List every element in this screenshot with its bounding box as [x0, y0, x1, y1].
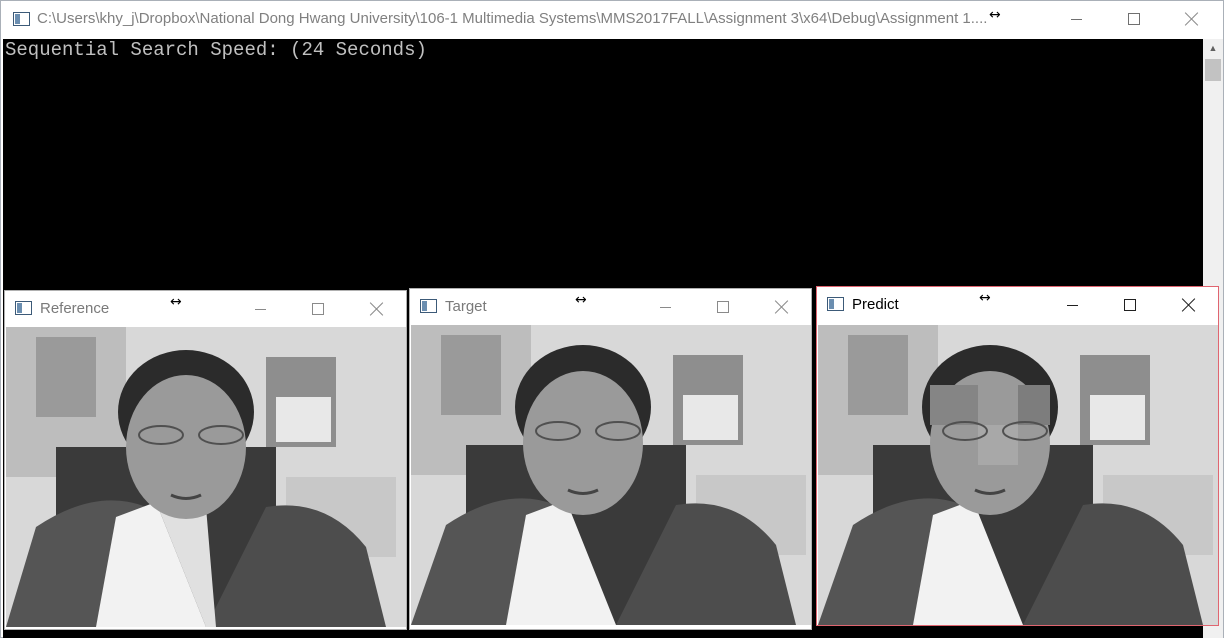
resize-cursor-icon: ↔	[979, 290, 991, 306]
target-close-button[interactable]	[759, 289, 805, 325]
reference-minimize-button[interactable]	[237, 291, 283, 327]
maximize-icon	[312, 303, 324, 315]
close-icon	[775, 300, 789, 314]
reference-maximize-button[interactable]	[295, 291, 341, 327]
target-window-title: Target	[445, 298, 487, 315]
predict-image	[818, 325, 1218, 625]
maximize-icon	[1128, 13, 1140, 25]
minimize-icon	[1066, 304, 1078, 306]
reference-close-button[interactable]	[354, 291, 400, 327]
minimize-icon	[659, 306, 671, 308]
resize-cursor-icon: ↔	[170, 294, 182, 310]
minimize-icon	[254, 308, 266, 310]
console-maximize-button[interactable]	[1111, 1, 1157, 37]
console-minimize-button[interactable]	[1053, 1, 1099, 37]
minimize-icon	[1070, 18, 1082, 20]
window-app-icon	[15, 301, 32, 315]
scroll-up-arrow-icon[interactable]: ▲	[1203, 39, 1223, 57]
predict-window-title: Predict	[852, 296, 899, 313]
scroll-thumb[interactable]	[1205, 59, 1221, 81]
predict-close-button[interactable]	[1166, 287, 1212, 323]
close-icon	[1185, 12, 1199, 26]
target-maximize-button[interactable]	[700, 289, 746, 325]
resize-cursor-icon: ↔	[575, 292, 587, 308]
console-title: C:\Users\khy_j\Dropbox\National Dong Hwa…	[37, 10, 988, 27]
maximize-icon	[717, 301, 729, 313]
reference-image	[6, 327, 406, 627]
target-minimize-button[interactable]	[642, 289, 688, 325]
predict-window: Predict ↔	[816, 286, 1219, 626]
reference-window-title: Reference	[40, 300, 110, 317]
maximize-icon	[1124, 299, 1136, 311]
console-output-text: Sequential Search Speed: (24 Seconds)	[5, 39, 427, 61]
window-app-icon	[827, 297, 844, 311]
close-icon	[370, 302, 384, 316]
resize-cursor-icon: ↔	[989, 7, 1001, 23]
predict-maximize-button[interactable]	[1107, 287, 1153, 323]
predict-minimize-button[interactable]	[1049, 287, 1095, 323]
window-app-icon	[420, 299, 437, 313]
predict-titlebar[interactable]: Predict ↔	[817, 287, 1218, 323]
target-window: Target ↔	[409, 288, 812, 630]
target-titlebar[interactable]: Target ↔	[410, 289, 811, 325]
console-close-button[interactable]	[1169, 1, 1215, 37]
console-app-icon	[13, 12, 30, 26]
reference-window: Reference ↔	[4, 290, 407, 630]
close-icon	[1182, 298, 1196, 312]
reference-titlebar[interactable]: Reference ↔	[5, 291, 406, 327]
target-image	[411, 325, 811, 625]
console-titlebar[interactable]: C:\Users\khy_j\Dropbox\National Dong Hwa…	[1, 1, 1223, 38]
